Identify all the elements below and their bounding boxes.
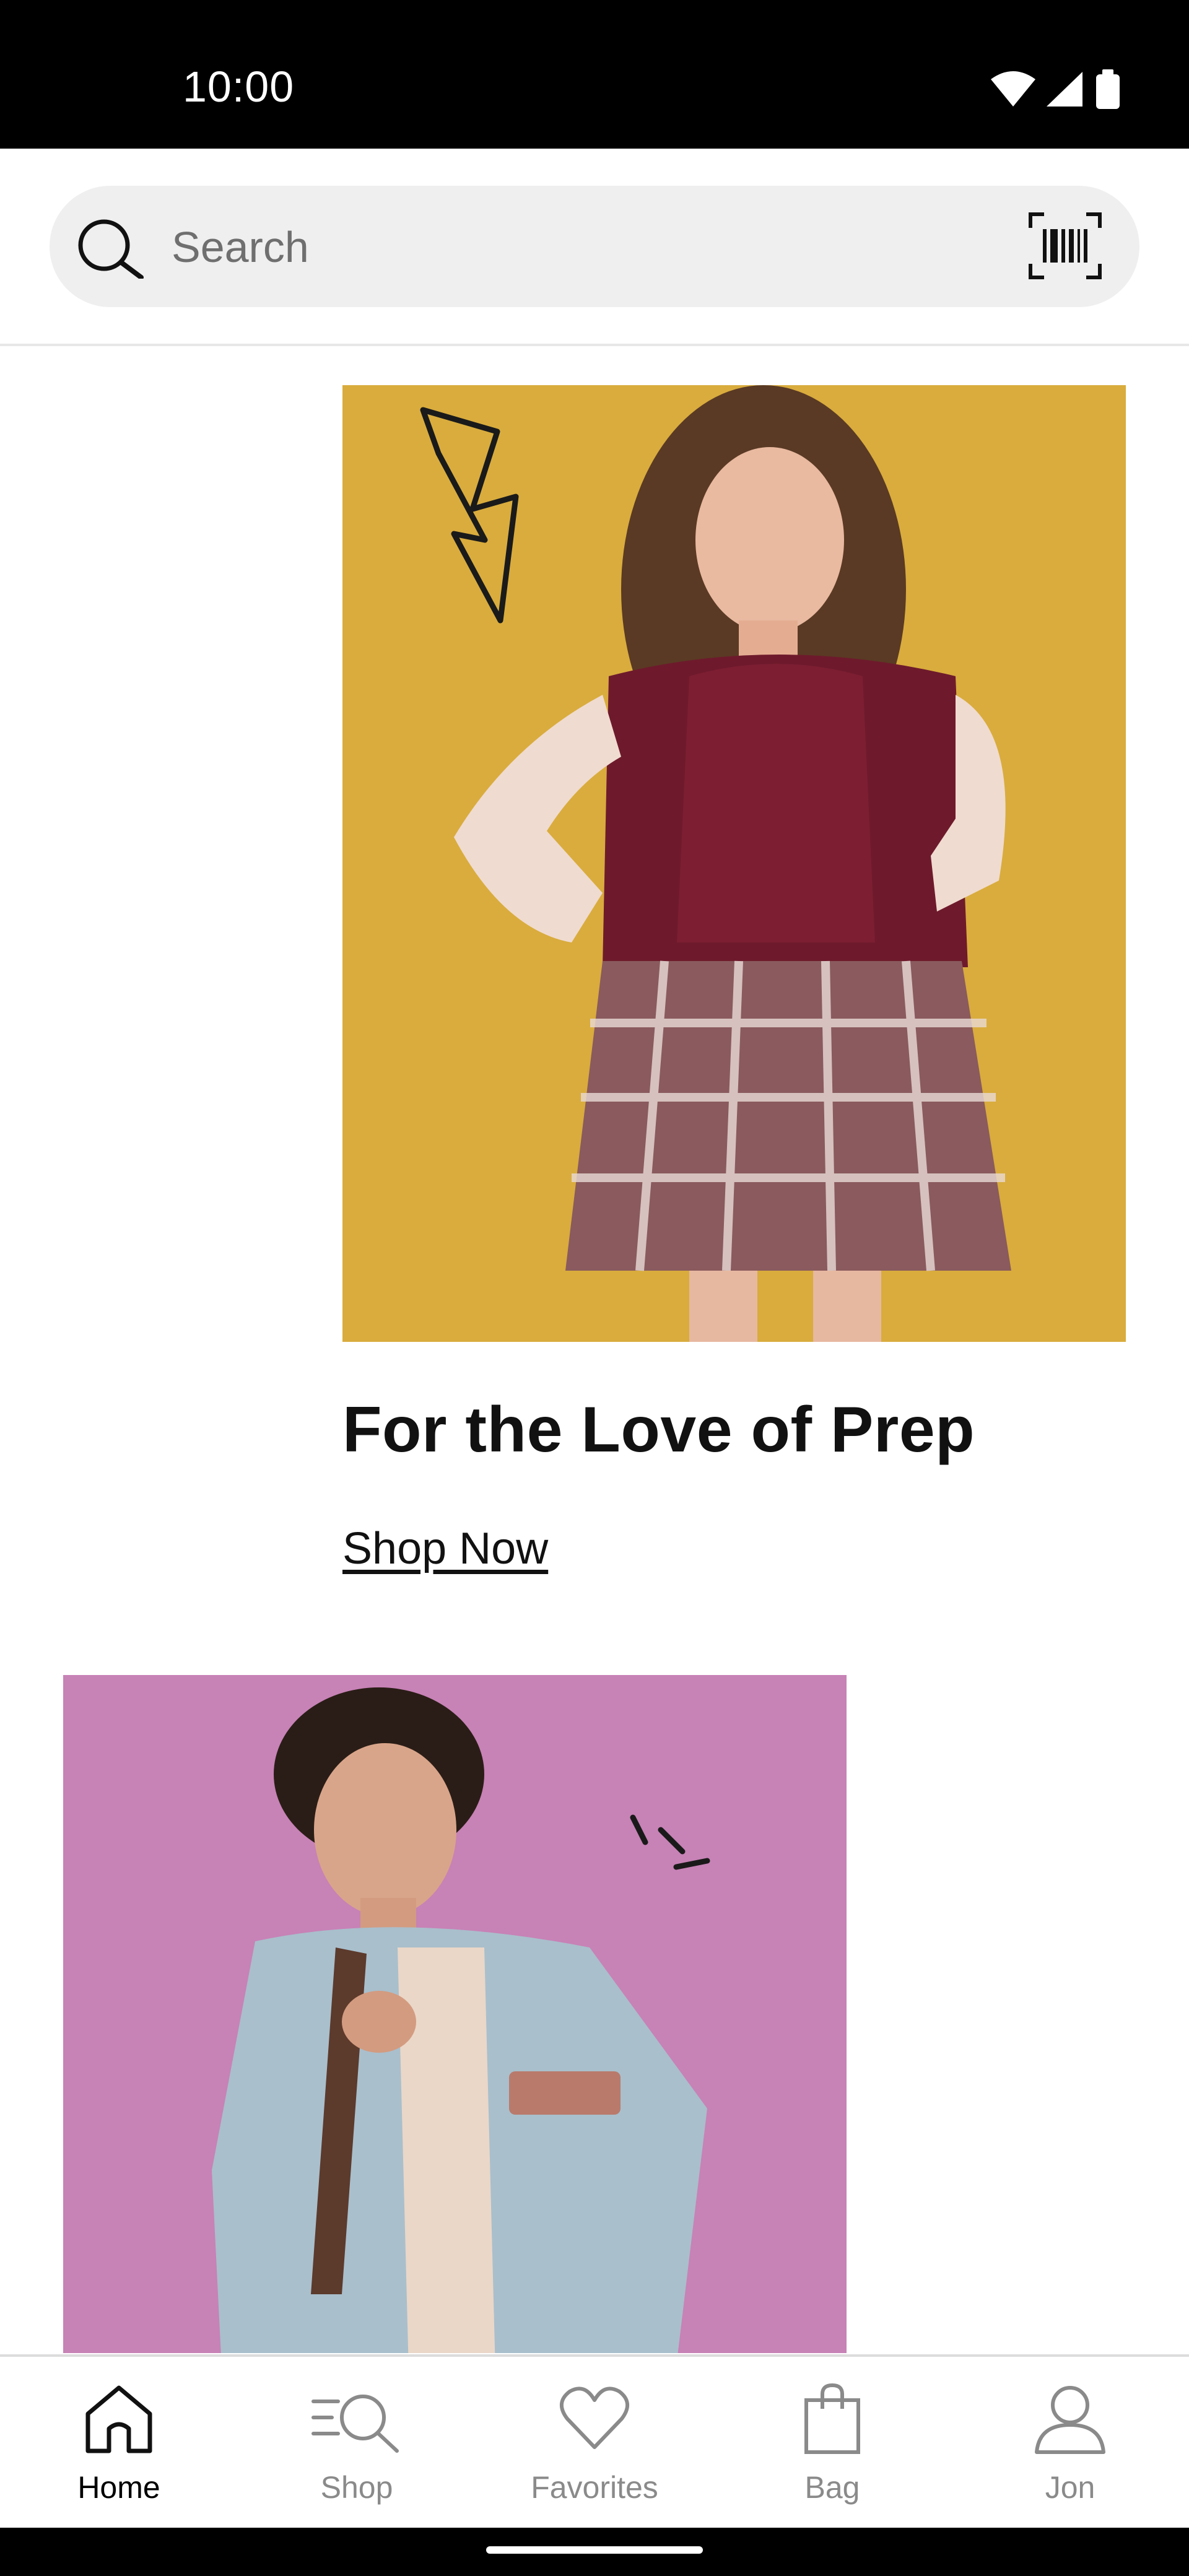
cellular-signal-icon (1047, 72, 1082, 107)
shop-now-link[interactable]: Shop Now (342, 1523, 548, 1574)
bottom-navigation: Home Shop Favorites Bag Jon (0, 2354, 1189, 2530)
nav-shop[interactable]: Shop (238, 2357, 476, 2530)
search-icon[interactable] (74, 217, 149, 282)
bag-icon (713, 2382, 951, 2462)
content-feed[interactable]: For the Love of Prep Shop Now (0, 372, 1189, 2353)
nav-favorites[interactable]: Favorites (476, 2357, 713, 2530)
status-time: 10:00 (183, 63, 295, 111)
search-input[interactable] (170, 215, 978, 279)
heart-icon (476, 2382, 713, 2462)
promo-image-denim[interactable] (63, 1675, 847, 2353)
promo-title: For the Love of Prep (342, 1394, 975, 1466)
gesture-navigation-bar (0, 2528, 1189, 2576)
home-gesture-handle[interactable] (486, 2546, 703, 2554)
wifi-icon (991, 71, 1035, 107)
promo-image-prep[interactable] (342, 385, 1126, 1342)
barcode-scan-icon[interactable] (1028, 212, 1102, 283)
nav-label: Shop (320, 2470, 393, 2505)
home-icon (0, 2382, 238, 2462)
nav-label: Jon (1045, 2470, 1095, 2505)
battery-icon (1096, 69, 1120, 109)
nav-home[interactable]: Home (0, 2357, 238, 2530)
nav-account[interactable]: Jon (951, 2357, 1189, 2530)
search-header (0, 149, 1189, 346)
status-bar: 10:00 (0, 0, 1189, 149)
nav-label: Bag (804, 2470, 860, 2505)
nav-label: Home (77, 2470, 160, 2505)
lightning-bolt-doodle (420, 407, 519, 624)
shop-search-icon (238, 2382, 476, 2462)
person-icon (951, 2382, 1189, 2462)
status-icons (991, 69, 1133, 109)
nav-label: Favorites (531, 2470, 658, 2505)
search-bar[interactable] (50, 186, 1139, 307)
accent-doodle (630, 1814, 710, 1870)
nav-bag[interactable]: Bag (713, 2357, 951, 2530)
